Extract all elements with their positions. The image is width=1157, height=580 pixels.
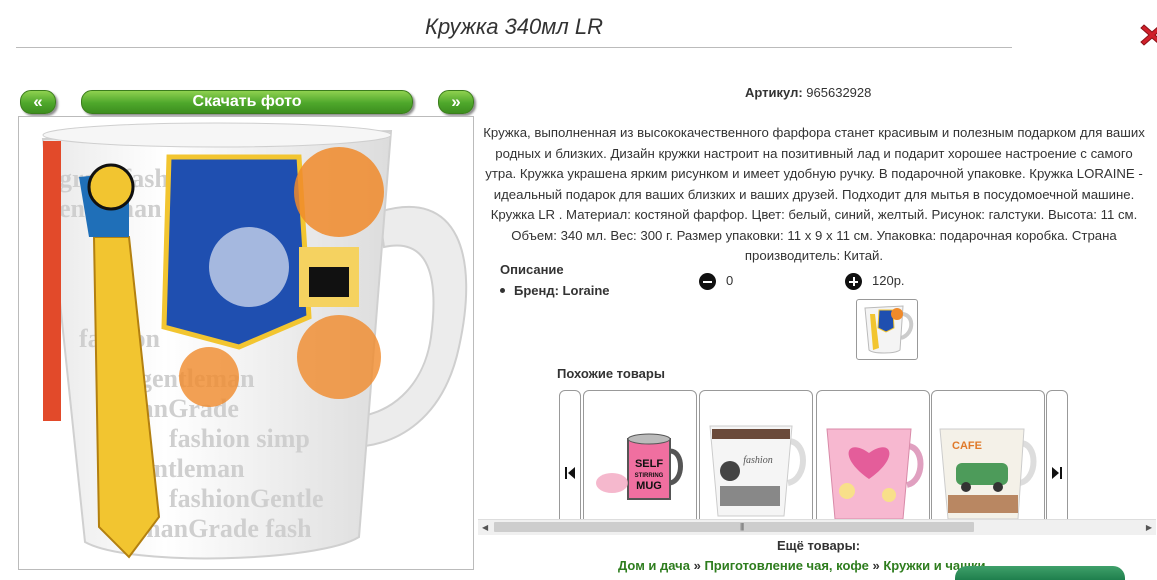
similar-prev-button[interactable] [559, 390, 581, 525]
svg-text:CAFE: CAFE [952, 440, 982, 452]
product-thumbnail[interactable] [856, 299, 918, 360]
svg-text:fashionGentle: fashionGentle [169, 484, 324, 513]
svg-text:SELF: SELF [635, 458, 663, 470]
plus-circle-icon[interactable] [845, 273, 862, 290]
svg-text:STIRRING: STIRRING [635, 473, 664, 479]
horizontal-scrollbar[interactable]: ◀ ||| ▶ [478, 519, 1156, 535]
price-value: 120р. [872, 273, 905, 288]
breadcrumb-separator: » [872, 558, 880, 573]
similar-item-car-mug[interactable]: CAFE [931, 390, 1045, 525]
page-title: Кружка 340мл LR [424, 14, 604, 39]
breadcrumb: Дом и дача » Приготовление чая, кофе » К… [618, 558, 985, 573]
brand-item: Бренд: Loraine [500, 283, 610, 298]
svg-text:MUG: MUG [636, 480, 662, 492]
chevron-left-icon [565, 467, 575, 479]
prev-photo-button[interactable]: « [20, 90, 56, 114]
title-divider [16, 47, 1012, 48]
main-product-photo: gradefashion entleman fashion gentleman … [18, 116, 474, 570]
similar-products-title: Похожие товары [557, 366, 665, 381]
chevron-right-icon [1052, 467, 1062, 479]
breadcrumb-link-home[interactable]: Дом и дача [618, 558, 690, 573]
breadcrumb-link-tea-coffee[interactable]: Приготовление чая, кофе [704, 558, 868, 573]
svg-text:fashion simp: fashion simp [169, 424, 310, 453]
sku-value: 965632928 [806, 85, 872, 100]
quantity-value: 0 [726, 273, 734, 288]
similar-next-button[interactable] [1046, 390, 1068, 525]
grip-icon: ||| [740, 522, 744, 531]
product-description: Кружка, выполненная из высококачественно… [483, 125, 1145, 263]
scroll-left-icon[interactable]: ◀ [482, 523, 488, 532]
download-photo-button[interactable]: Скачать фото [81, 90, 413, 114]
similar-item-heart-mug[interactable] [816, 390, 930, 525]
svg-text:fashion: fashion [743, 455, 772, 466]
similar-item-fashion-mug[interactable]: fashion [699, 390, 813, 525]
next-photo-button[interactable]: » [438, 90, 474, 114]
more-products-title: Ещё товары: [777, 538, 861, 553]
scrollbar-thumb[interactable] [494, 522, 974, 532]
close-x-icon[interactable] [1139, 22, 1157, 48]
bullet-icon [500, 288, 505, 294]
sku-label: Артикул: [745, 85, 803, 100]
minus-circle-icon[interactable] [699, 273, 716, 290]
similar-item-self-stirring-mug[interactable]: SELF STIRRING MUG [583, 390, 697, 525]
brand-text: Бренд: Loraine [514, 283, 610, 298]
bottom-green-tab[interactable] [955, 566, 1125, 580]
sku-line: Артикул: 965632928 [745, 85, 871, 100]
scroll-right-icon[interactable]: ▶ [1146, 523, 1152, 532]
svg-text:manGrade fash: manGrade fash [139, 514, 312, 543]
breadcrumb-separator: » [693, 558, 701, 573]
description-heading: Описание [500, 262, 564, 277]
